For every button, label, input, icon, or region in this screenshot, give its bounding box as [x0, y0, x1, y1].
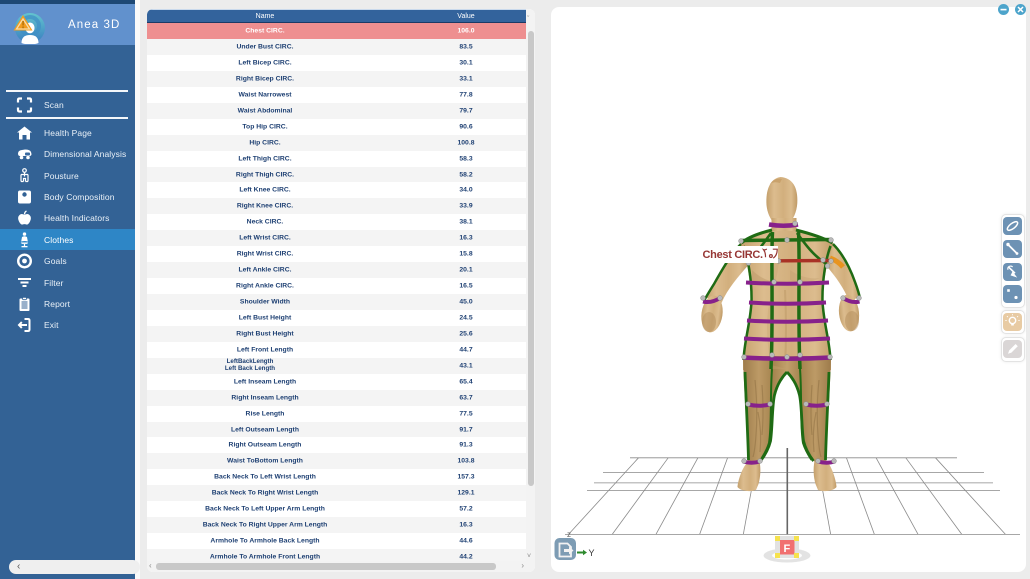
svg-text:Y: Y — [589, 548, 595, 558]
svg-text:z: z — [567, 530, 571, 539]
svg-text:F: F — [784, 543, 791, 555]
svg-text:Chest CIRC.: Chest CIRC. — [703, 249, 764, 261]
